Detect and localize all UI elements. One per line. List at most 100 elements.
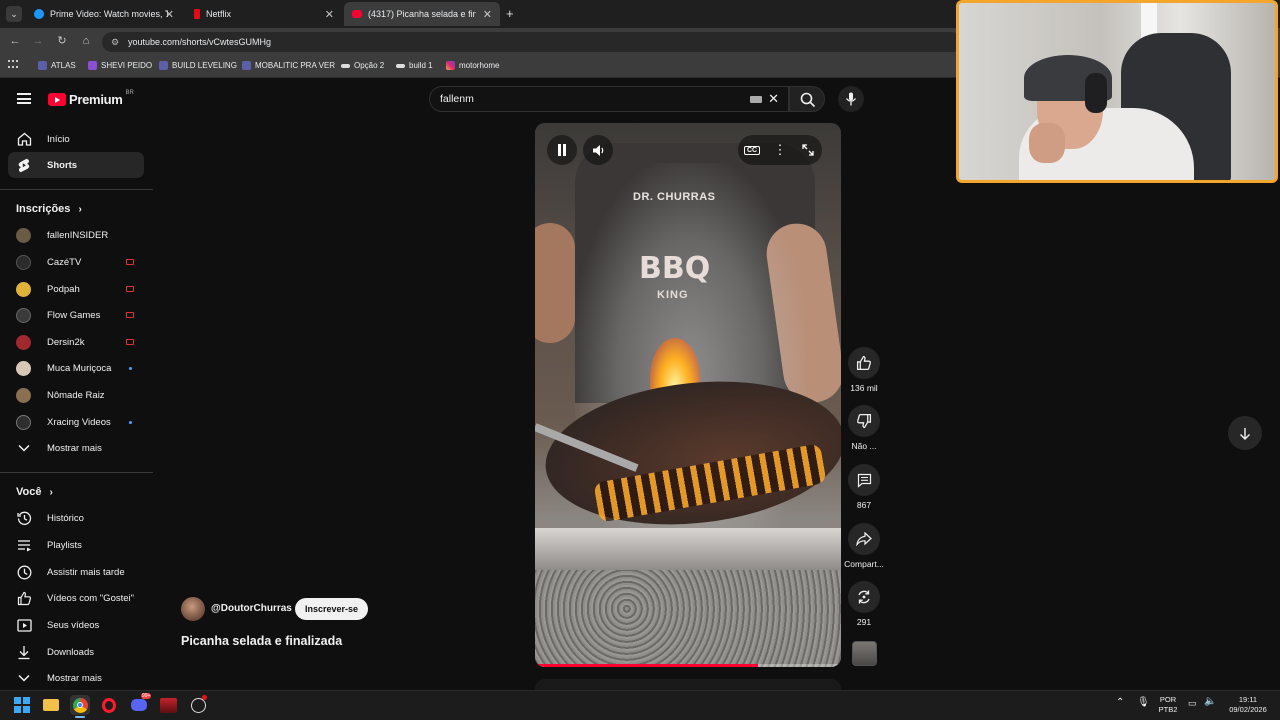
forward-arrow-icon[interactable]: → — [31, 34, 45, 48]
avatar — [16, 334, 31, 350]
sidebar-item-label: Flow Games — [47, 309, 101, 321]
bookmark-build-leveling[interactable]: BUILD LEVELING — [159, 61, 237, 70]
sidebar-item-assistir-mais-tarde[interactable]: Assistir mais tarde — [8, 559, 144, 585]
taskbar-chrome[interactable] — [70, 695, 90, 715]
sidebar-item-label: Mostrar mais — [47, 442, 102, 454]
reload-icon[interactable]: ↻ — [55, 34, 69, 48]
close-tab-icon[interactable]: ✕ — [165, 8, 174, 21]
sidebar-item-inicio[interactable]: Início — [8, 126, 144, 152]
avatar — [16, 360, 31, 376]
sidebar-item-flow-games[interactable]: Flow Games — [8, 302, 144, 328]
sidebar-item-playlists[interactable]: Playlists — [8, 532, 144, 558]
windows-logo-icon — [14, 697, 30, 713]
address-bar[interactable]: ⚙ youtube.com/shorts/vCwtesGUMHg — [102, 32, 962, 52]
microphone-tray-icon[interactable]: 🎙 — [1137, 698, 1150, 708]
comments-button[interactable] — [848, 464, 880, 496]
fullscreen-icon — [802, 144, 814, 156]
language-indicator[interactable]: POR PTB2 — [1155, 695, 1181, 715]
sidebar-item-historico[interactable]: Histórico — [8, 505, 144, 531]
bookmark-build-1[interactable]: build 1 — [396, 61, 433, 70]
more-vert-icon: ⋮ — [773, 142, 787, 157]
back-arrow-icon[interactable]: ← — [8, 34, 22, 48]
person-hand — [1029, 123, 1065, 163]
taskbar-obs[interactable] — [188, 695, 208, 715]
language-top: POR — [1159, 695, 1177, 704]
sidebar-item-label: CazéTV — [47, 256, 82, 268]
close-tab-icon[interactable]: ✕ — [483, 8, 492, 21]
sidebar-item-label: Vídeos com "Gostei" — [47, 592, 135, 604]
bookmark-opcao-2[interactable]: Opção 2 — [341, 61, 384, 70]
channel-avatar[interactable] — [181, 597, 205, 621]
sidebar-item-cazetv[interactable]: CazéTV — [8, 249, 144, 275]
tab-youtube-short[interactable]: (4317) Picanha selada e finaliz ✕ — [344, 2, 500, 26]
bookmark-atlas[interactable]: ATLAS — [38, 61, 76, 70]
subscribe-button[interactable]: Inscrever-se — [295, 598, 368, 620]
sidebar-item-seus-videos[interactable]: Seus vídeos — [8, 612, 144, 638]
tab-list-chevron-icon[interactable]: ⌄ — [6, 6, 22, 22]
sidebar-item-muca-muricoca[interactable]: Muca Muriçoca — [8, 355, 144, 381]
tab-prime-video[interactable]: Prime Video: Watch movies, TV ✕ — [26, 2, 182, 26]
like-button[interactable] — [848, 347, 880, 379]
home-button-icon[interactable]: ⌂ — [79, 34, 93, 48]
apps-grid-icon[interactable] — [8, 60, 18, 70]
bookmark-motorhome[interactable]: motorhome — [446, 61, 499, 70]
home-icon — [16, 131, 32, 147]
search-input[interactable]: fallenm ✕ — [429, 86, 789, 112]
volume-tray-icon[interactable]: 🔈 — [1204, 697, 1216, 707]
playlists-icon — [16, 537, 32, 553]
search-button[interactable] — [789, 86, 825, 112]
sound-thumbnail[interactable] — [852, 641, 877, 666]
pause-button[interactable] — [547, 135, 577, 165]
you-heading[interactable]: Você › — [16, 486, 53, 498]
clock[interactable]: 19:11 09/02/2026 — [1222, 695, 1274, 715]
taskbar-active-indicator — [75, 716, 85, 718]
bookmark-mobalitic[interactable]: MOBALITIC PRA VER — [242, 61, 335, 70]
taskbar-discord[interactable]: 99+ — [129, 693, 152, 715]
share-button[interactable] — [848, 523, 880, 555]
taskbar-opera-gx[interactable] — [99, 695, 119, 715]
next-short-button[interactable] — [1228, 416, 1262, 450]
sidebar-item-nomade-raiz[interactable]: Nômade Raiz — [8, 382, 144, 408]
bookmark-label: Opção 2 — [354, 61, 385, 70]
show-more-you-button[interactable]: Mostrar mais — [8, 665, 144, 691]
sidebar-item-downloads[interactable]: Downloads — [8, 639, 144, 665]
captions-button[interactable]: CC — [738, 135, 766, 165]
subscriptions-heading[interactable]: Inscrições › — [16, 203, 82, 215]
short-title[interactable]: Picanha selada e finalizada — [181, 634, 342, 648]
progress-track[interactable] — [535, 664, 841, 667]
network-icon[interactable]: ▭ — [1188, 698, 1197, 708]
chevron-down-icon — [16, 440, 32, 456]
site-info-icon[interactable]: ⚙ — [111, 32, 119, 52]
sidebar-item-podpah[interactable]: Podpah — [8, 276, 144, 302]
sidebar-item-fallen-insider[interactable]: fallenINSIDER — [8, 222, 144, 248]
sidebar-item-label: Playlists — [47, 539, 82, 551]
channel-name[interactable]: @DoutorChurras — [211, 603, 292, 614]
keyboard-icon[interactable] — [750, 96, 762, 103]
bookmark-shevi-peido[interactable]: SHEVI PEIDO — [88, 61, 152, 70]
more-options-button[interactable]: ⋮ — [766, 135, 794, 165]
next-short-preview[interactable] — [535, 679, 841, 690]
new-tab-plus-icon[interactable]: + — [506, 6, 514, 21]
close-tab-icon[interactable]: ✕ — [325, 8, 334, 21]
voice-search-button[interactable] — [838, 86, 864, 112]
sidebar-item-dersin2k[interactable]: Dersin2k — [8, 329, 144, 355]
volume-button[interactable] — [583, 135, 613, 165]
show-more-subscriptions-button[interactable]: Mostrar mais — [8, 435, 144, 461]
taskbar-file-explorer[interactable] — [41, 695, 61, 715]
remix-button[interactable] — [848, 581, 880, 613]
instagram-icon — [446, 61, 455, 70]
sidebar-item-shorts[interactable]: Shorts — [8, 152, 144, 178]
your-videos-icon — [16, 617, 32, 633]
sidebar-item-videos-gostei[interactable]: Vídeos com "Gostei" — [8, 585, 144, 611]
clear-search-icon[interactable]: ✕ — [768, 87, 779, 111]
start-button[interactable] — [12, 695, 32, 715]
opera-icon — [102, 697, 116, 713]
sidebar-item-xracing-videos[interactable]: Xracing Videos — [8, 409, 144, 435]
shield-icon — [88, 61, 97, 70]
arrow-down-icon — [1240, 427, 1250, 440]
taskbar-app-red[interactable] — [158, 695, 178, 715]
show-hidden-icons-chevron-icon[interactable]: ⌃ — [1116, 698, 1124, 708]
short-video-player[interactable]: DR. CHURRAS BBQ KING CC ⋮ — [535, 123, 841, 667]
tab-netflix[interactable]: Netflix ✕ — [186, 2, 342, 26]
dislike-button[interactable] — [848, 405, 880, 437]
